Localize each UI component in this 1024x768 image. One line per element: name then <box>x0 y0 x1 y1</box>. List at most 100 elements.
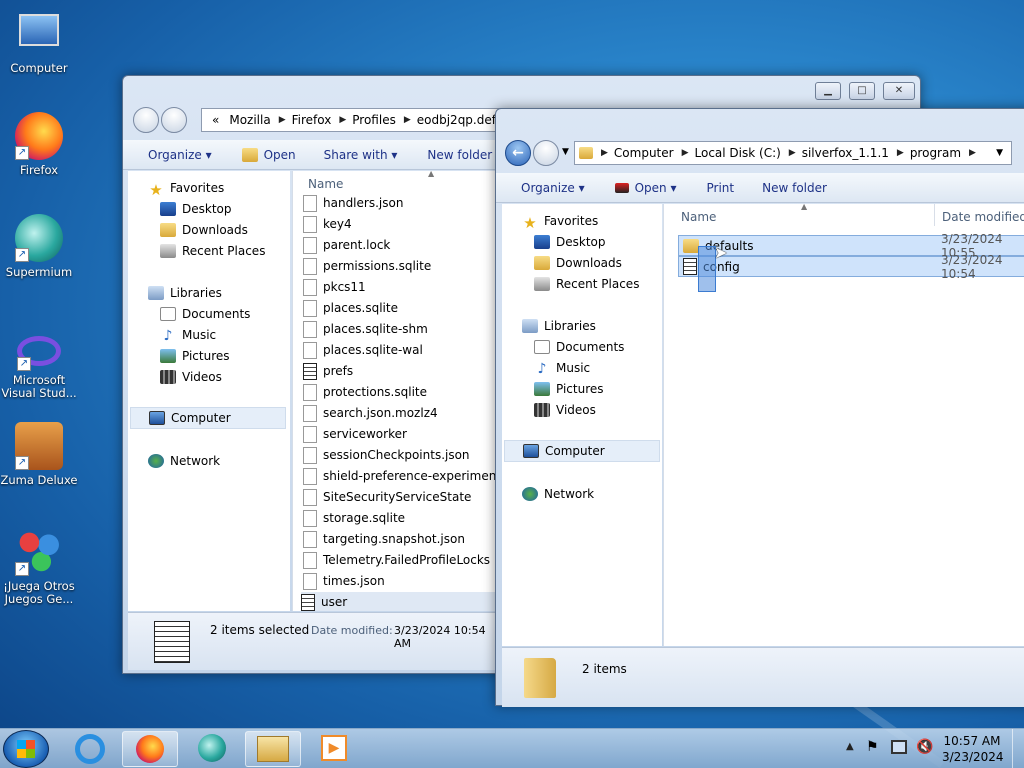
file-row[interactable]: sessionCheckpoints.json <box>303 445 470 465</box>
file-row[interactable]: search.json.mozlz4 <box>303 403 438 423</box>
maximize-button[interactable]: □ <box>849 82 875 100</box>
print-button[interactable]: Print <box>707 181 735 195</box>
column-divider[interactable] <box>934 204 935 226</box>
forward-button[interactable] <box>533 140 559 166</box>
address-bar[interactable]: « Mozilla ▶ Firefox ▶ Profiles ▶ eodbj2qp.d… <box>201 108 501 132</box>
file-row-config[interactable]: config 3/23/2024 10:54 <box>678 253 1024 281</box>
nav-desktop[interactable]: Desktop <box>534 235 606 249</box>
share-with-button[interactable]: Share with ▾ <box>324 148 398 162</box>
open-button[interactable]: Open <box>241 147 296 162</box>
desktop-icon-zuma[interactable]: ↗ Zuma Deluxe <box>0 422 78 487</box>
breadcrumb-item[interactable]: silverfox_1.1.1 <box>802 146 889 160</box>
breadcrumb-item[interactable]: « <box>212 113 219 127</box>
nav-videos[interactable]: Videos <box>160 370 222 384</box>
new-folder-button[interactable]: New folder <box>427 148 492 162</box>
nav-documents[interactable]: Documents <box>160 307 250 321</box>
nav-libraries[interactable]: Libraries <box>522 319 596 333</box>
file-row[interactable]: protections.sqlite <box>303 382 427 402</box>
nav-music[interactable]: ♪ Music <box>160 328 217 344</box>
taskbar-firefox[interactable] <box>122 731 178 767</box>
nav-favorites[interactable]: ★ Favorites <box>148 181 224 199</box>
breadcrumb-item[interactable]: Profiles <box>352 113 396 127</box>
breadcrumb-item[interactable]: Computer <box>614 146 674 160</box>
file-row[interactable]: pkcs11 <box>303 277 366 297</box>
desktop-icon-games[interactable]: ↗ ¡Juega Otros Juegos Ge... <box>0 528 78 606</box>
start-button[interactable] <box>3 730 49 768</box>
address-bar[interactable]: ▶ Computer ▶ Local Disk (C:) ▶ silverfox_1… <box>574 141 1012 165</box>
chevron-right-icon[interactable]: ▶ <box>601 148 608 158</box>
nav-recent-places[interactable]: Recent Places <box>534 277 639 291</box>
close-button[interactable]: ✕ <box>883 82 915 100</box>
file-row[interactable]: SiteSecurityServiceState <box>303 487 471 507</box>
desktop-icon-visual-studio[interactable]: ↗ Microsoft Visual Stud... <box>0 328 78 400</box>
breadcrumb-item[interactable]: Mozilla <box>229 113 270 127</box>
breadcrumb-item[interactable]: eodbj2qp.defa <box>417 113 500 127</box>
file-row[interactable]: user <box>301 592 496 611</box>
column-header-name[interactable]: Name <box>681 210 716 224</box>
nav-desktop[interactable]: Desktop <box>160 202 232 216</box>
show-desktop-button[interactable] <box>1012 729 1024 768</box>
taskbar-media-player[interactable]: ▶ <box>306 731 362 767</box>
file-row[interactable]: permissions.sqlite <box>303 256 431 276</box>
new-folder-button[interactable]: New folder <box>762 181 827 195</box>
column-header-date[interactable]: Date modified <box>942 210 1024 224</box>
organize-button[interactable]: Organize ▾ <box>148 148 212 162</box>
file-row[interactable]: prefs <box>303 361 353 381</box>
column-header-name[interactable]: Name <box>308 177 343 191</box>
nav-computer[interactable]: Computer <box>504 440 660 462</box>
desktop-icon-computer[interactable]: Computer <box>0 10 78 75</box>
file-row[interactable]: places.sqlite-shm <box>303 319 428 339</box>
file-row[interactable]: Telemetry.FailedProfileLocks <box>303 550 490 570</box>
taskbar-windows-explorer[interactable] <box>245 731 301 767</box>
action-center-flag-icon[interactable]: ⚑ <box>866 739 879 755</box>
file-row[interactable]: places.sqlite-wal <box>303 340 423 360</box>
file-row[interactable]: shield-preference-experiments.j <box>303 466 497 486</box>
breadcrumb-item[interactable]: program <box>910 146 961 160</box>
nav-computer[interactable]: Computer <box>130 407 286 429</box>
chevron-right-icon[interactable]: ▶ <box>404 115 411 125</box>
file-row[interactable]: handlers.json <box>303 193 403 213</box>
nav-videos[interactable]: Videos <box>534 403 596 417</box>
chevron-right-icon[interactable]: ▶ <box>279 115 286 125</box>
nav-music[interactable]: ♪ Music <box>534 361 591 377</box>
breadcrumb-item[interactable]: Firefox <box>292 113 332 127</box>
chevron-right-icon[interactable]: ▶ <box>897 148 904 158</box>
nav-downloads[interactable]: Downloads <box>160 223 248 237</box>
taskbar-supermium[interactable] <box>184 731 240 767</box>
file-row[interactable]: places.sqlite <box>303 298 398 318</box>
back-button[interactable]: ← <box>505 140 531 166</box>
chevron-right-icon[interactable]: ▶ <box>339 115 346 125</box>
nav-network[interactable]: Network <box>522 487 594 501</box>
file-row[interactable]: targeting.snapshot.json <box>303 529 465 549</box>
back-button[interactable] <box>133 107 159 133</box>
file-row[interactable]: serviceworker <box>303 424 407 444</box>
explorer-window-program[interactable]: ← ▼ ▶ Computer ▶ Local Disk (C:) ▶ silverf… <box>495 108 1024 707</box>
file-row[interactable]: storage.sqlite <box>303 508 405 528</box>
breadcrumb-item[interactable]: Local Disk (C:) <box>695 146 781 160</box>
volume-muted-icon[interactable]: 🔇 <box>916 739 933 755</box>
forward-button[interactable] <box>161 107 187 133</box>
open-button[interactable]: Open ▾ <box>614 181 677 195</box>
nav-libraries[interactable]: Libraries <box>148 286 222 300</box>
nav-downloads[interactable]: Downloads <box>534 256 622 270</box>
organize-button[interactable]: Organize ▾ <box>521 181 585 195</box>
file-row[interactable]: key4 <box>303 214 352 234</box>
nav-network[interactable]: Network <box>148 454 220 468</box>
taskbar-internet-explorer[interactable] <box>62 731 118 767</box>
chevron-right-icon[interactable]: ▶ <box>682 148 689 158</box>
desktop-icon-supermium[interactable]: ↗ Supermium <box>0 214 78 279</box>
nav-favorites[interactable]: ★ Favorites <box>522 214 598 232</box>
nav-pictures[interactable]: Pictures <box>534 382 604 396</box>
file-row[interactable]: times.json <box>303 571 385 591</box>
show-hidden-icons-button[interactable]: ▲ <box>846 741 854 752</box>
minimize-button[interactable]: ▁ <box>815 82 841 100</box>
network-tray-icon[interactable] <box>891 740 907 754</box>
chevron-right-icon[interactable]: ▶ <box>789 148 796 158</box>
nav-recent-places[interactable]: Recent Places <box>160 244 265 258</box>
address-dropdown-icon[interactable]: ▼ <box>996 148 1003 158</box>
desktop-icon-firefox[interactable]: ↗ Firefox <box>0 112 78 177</box>
file-row[interactable]: parent.lock <box>303 235 390 255</box>
chevron-right-icon[interactable]: ▶ <box>969 148 976 158</box>
recent-pages-dropdown[interactable]: ▼ <box>562 147 569 157</box>
nav-documents[interactable]: Documents <box>534 340 624 354</box>
